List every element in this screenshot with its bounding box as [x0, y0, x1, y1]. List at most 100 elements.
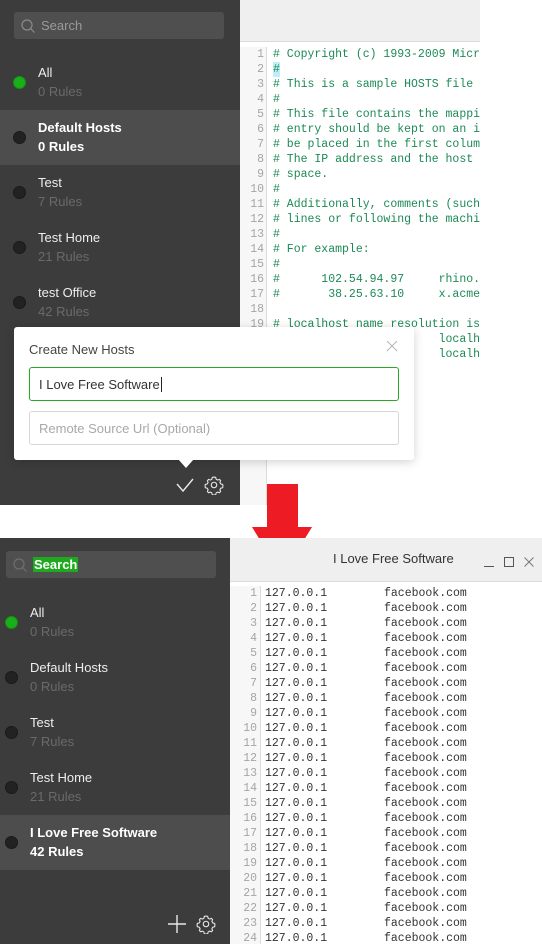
code-line: 18	[240, 302, 480, 317]
top-editor-header	[240, 0, 480, 42]
hostname: facebook.com	[384, 722, 467, 735]
bottom-search-input[interactable]: Search	[6, 551, 216, 578]
ip-address: 127.0.0.1	[265, 812, 328, 825]
host-item[interactable]: test Office 42 Rules	[0, 275, 240, 330]
host-text: Test Home 21 Rules	[38, 228, 100, 266]
toggle-dot[interactable]	[5, 671, 18, 684]
minimize-icon[interactable]	[483, 555, 495, 567]
host-rule-count: 7 Rules	[38, 194, 83, 209]
toggle-dot[interactable]	[13, 131, 26, 144]
line-content: #	[273, 183, 280, 196]
hostname: facebook.com	[384, 782, 467, 795]
maximize-icon[interactable]	[503, 555, 515, 567]
settings-button[interactable]	[195, 913, 217, 935]
check-icon	[176, 478, 194, 493]
line-content: # 38.25.63.10 x.acme	[273, 288, 480, 301]
bottom-sidebar: Search All 0 Rules Default Hosts 0 Rules Tes…	[0, 538, 230, 944]
line-content: # Additionally, comments (such	[273, 198, 480, 211]
line-content: #	[273, 258, 280, 271]
line-number: 2	[257, 63, 264, 76]
ip-address: 127.0.0.1	[265, 602, 328, 615]
hostname: facebook.com	[384, 737, 467, 750]
line-content: # Copyright (c) 1993-2009 Micr	[273, 48, 480, 61]
host-rule-count: 0 Rules	[38, 139, 85, 154]
code-line: 5 127.0.0.1 facebook.com	[230, 646, 542, 661]
host-rule-count: 0 Rules	[30, 624, 75, 639]
host-item[interactable]: Default Hosts 0 Rules	[0, 650, 230, 705]
line-number: 19	[243, 857, 257, 870]
ip-address: 127.0.0.1	[265, 917, 328, 930]
line-number: 3	[250, 617, 257, 630]
host-item[interactable]: Default Hosts 0 Rules	[0, 110, 240, 165]
line-content: # be placed in the first colum	[273, 138, 480, 151]
popup-title: Create New Hosts	[29, 342, 135, 357]
host-name: Test Home	[30, 770, 93, 785]
close-icon[interactable]	[523, 555, 535, 567]
popup-pointer	[178, 459, 194, 468]
host-item[interactable]: All 0 Rules	[0, 55, 240, 110]
ip-address: 127.0.0.1	[265, 722, 328, 735]
toggle-dot[interactable]	[5, 836, 18, 849]
host-name: Test	[30, 715, 54, 730]
confirm-button[interactable]	[174, 474, 196, 496]
hostname: facebook.com	[384, 812, 467, 825]
add-hosts-button[interactable]	[166, 913, 188, 935]
host-name: test Office	[38, 285, 97, 300]
bottom-code-area[interactable]: 1 127.0.0.1 facebook.com 2 127.0.0.1 facebook…	[230, 586, 542, 944]
toggle-dot[interactable]	[13, 296, 26, 309]
line-number: 9	[257, 168, 264, 181]
toggle-dot[interactable]	[13, 241, 26, 254]
code-line: 14 # For example:	[240, 242, 480, 257]
hostname: facebook.com	[384, 827, 467, 840]
search-icon	[21, 18, 35, 33]
toggle-dot[interactable]	[5, 616, 18, 629]
line-content: #	[273, 62, 280, 77]
line-content: # lines or following the machi	[273, 213, 480, 226]
close-icon[interactable]	[386, 339, 398, 352]
line-number: 15	[243, 797, 257, 810]
ip-address: 127.0.0.1	[265, 647, 328, 660]
host-rule-count: 42 Rules	[38, 304, 90, 319]
toggle-dot[interactable]	[13, 76, 26, 89]
settings-button[interactable]	[203, 474, 225, 496]
remote-url-placeholder: Remote Source Url (Optional)	[39, 420, 211, 436]
line-number: 14	[243, 782, 257, 795]
line-number: 6	[257, 123, 264, 136]
ip-address: 127.0.0.1	[265, 752, 328, 765]
hostname: facebook.com	[384, 587, 467, 600]
toggle-dot[interactable]	[5, 781, 18, 794]
hosts-name-input[interactable]: I Love Free Software	[29, 367, 399, 401]
hosts-name-value: I Love Free Software	[39, 376, 160, 392]
remote-url-input[interactable]: Remote Source Url (Optional)	[29, 411, 399, 445]
code-line: 1 # Copyright (c) 1993-2009 Micr	[240, 47, 480, 62]
host-name: Default Hosts	[30, 660, 109, 675]
host-text: Default Hosts 0 Rules	[30, 658, 108, 696]
hostname: facebook.com	[384, 917, 467, 930]
line-number: 1	[250, 587, 257, 600]
host-item[interactable]: Test Home 21 Rules	[0, 760, 230, 815]
line-number: 8	[257, 153, 264, 166]
ip-address: 127.0.0.1	[265, 677, 328, 690]
code-line: 22 127.0.0.1 facebook.com	[230, 901, 542, 916]
bottom-editor[interactable]: I Love Free Software 1 127.0.0.1 facebook.…	[230, 538, 542, 944]
code-line: 1 127.0.0.1 facebook.com	[230, 586, 542, 601]
host-item[interactable]: Test 7 Rules	[0, 165, 240, 220]
host-item[interactable]: Test Home 21 Rules	[0, 220, 240, 275]
ip-address: 127.0.0.1	[265, 692, 328, 705]
host-item[interactable]: I Love Free Software 42 Rules	[0, 815, 230, 870]
host-item[interactable]: All 0 Rules	[0, 595, 230, 650]
toggle-dot[interactable]	[13, 186, 26, 199]
host-item[interactable]: Test 7 Rules	[0, 705, 230, 760]
hostname: facebook.com	[384, 842, 467, 855]
top-search-input[interactable]: Search	[14, 12, 224, 39]
line-number: 10	[243, 722, 257, 735]
line-number: 17	[250, 288, 264, 301]
code-line: 4 #	[240, 92, 480, 107]
code-line: 9 # space.	[240, 167, 480, 182]
host-text: Test 7 Rules	[30, 713, 74, 751]
line-number: 24	[243, 932, 257, 944]
toggle-dot[interactable]	[5, 726, 18, 739]
code-line: 24 127.0.0.1 facebook.com	[230, 931, 542, 944]
code-line: 5 # This file contains the mappi	[240, 107, 480, 122]
line-number: 17	[243, 827, 257, 840]
